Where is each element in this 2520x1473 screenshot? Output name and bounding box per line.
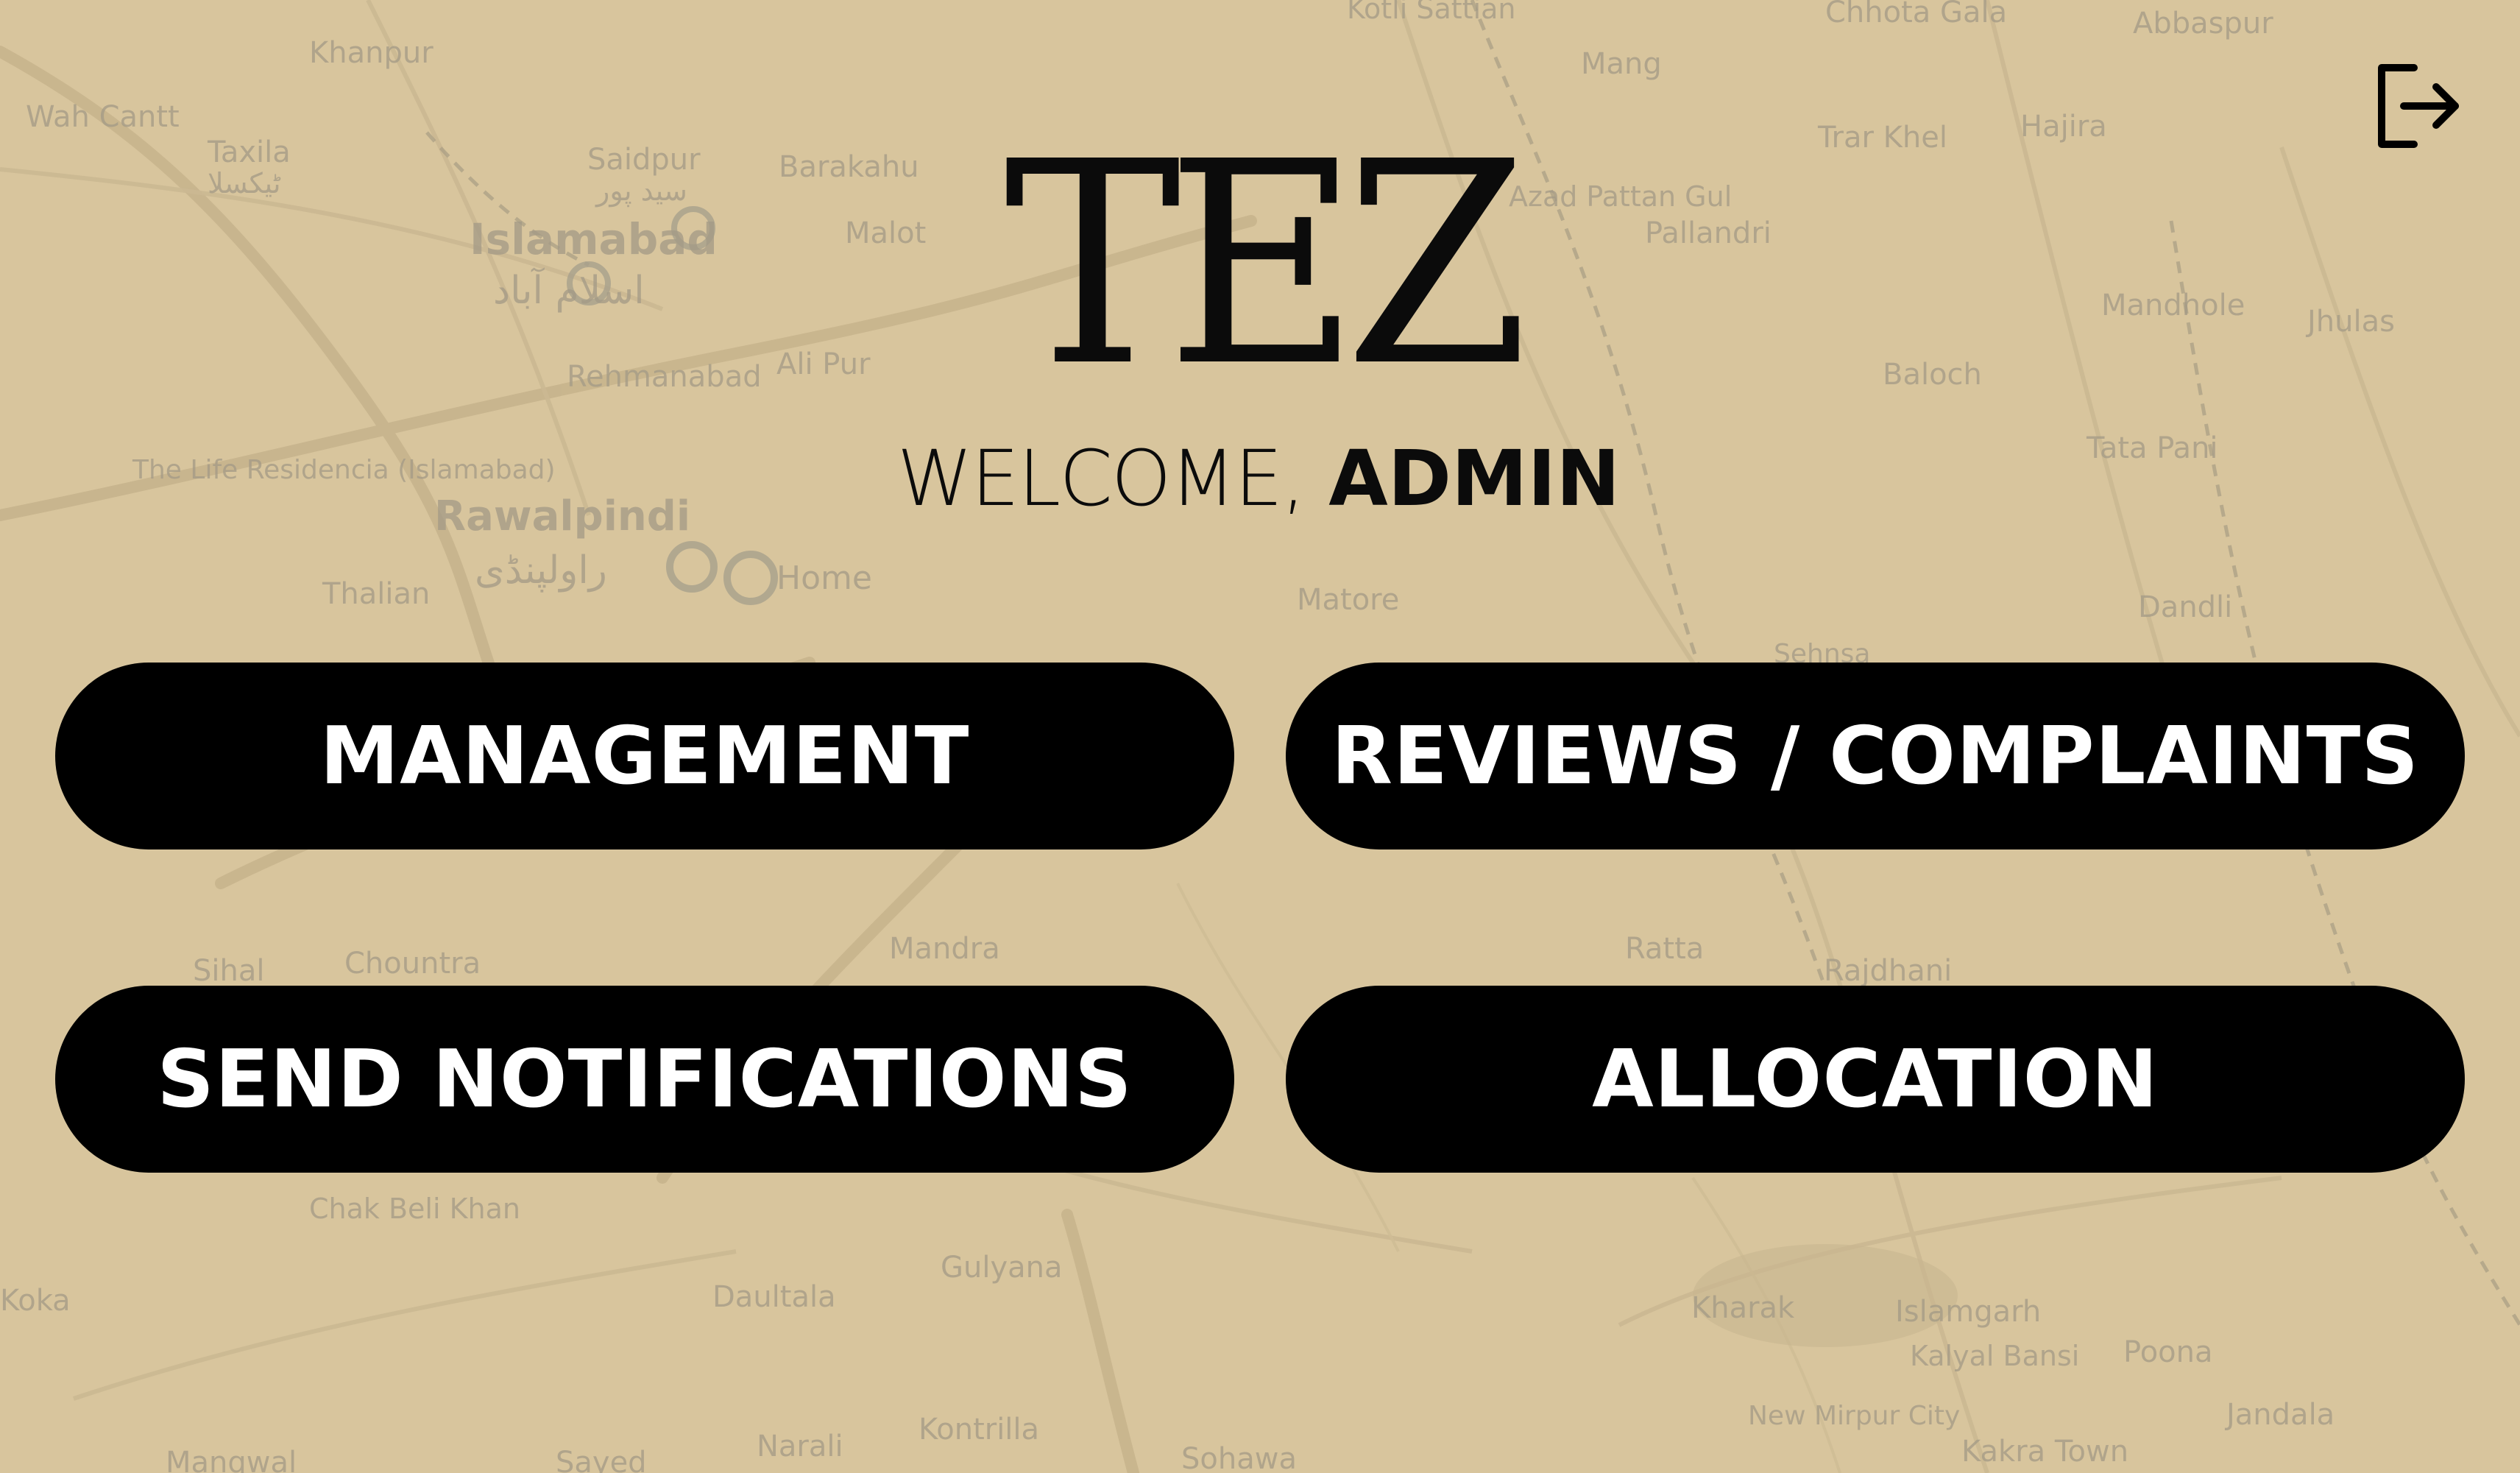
logo-text: TEZ	[1003, 102, 1529, 428]
map-label: Daultala	[712, 1280, 836, 1314]
map-label: سید پور	[595, 174, 687, 208]
map-label: Khanpur	[309, 36, 433, 70]
map-label: Malot	[845, 216, 926, 250]
map-label: Sohawa	[1181, 1442, 1297, 1473]
map-label: Narali	[757, 1430, 843, 1463]
map-label: Chountra	[344, 947, 481, 981]
map-label: Home	[776, 559, 872, 597]
map-label: Mang	[1581, 47, 1662, 81]
welcome-heading: WELCOME, ADMIN	[795, 431, 1722, 526]
map-label: Kontrilla	[919, 1413, 1039, 1446]
logout-icon	[2378, 64, 2459, 148]
map-label: Matore	[1297, 583, 1399, 617]
reviews-complaints-button[interactable]: REVIEWS / COMPLAINTS	[1286, 663, 2465, 849]
map-label: Rehmanabad	[567, 360, 762, 394]
map-label: Sayed	[556, 1446, 647, 1473]
map-label: Islamgarh	[1895, 1295, 2041, 1329]
send-notifications-button[interactable]: SEND NOTIFICATIONS	[55, 986, 1234, 1173]
map-label: Manqwal	[166, 1446, 297, 1473]
map-label: Ratta	[1625, 932, 1704, 966]
map-label: Chhota Gala	[1825, 0, 2007, 29]
map-label: Kakra Town	[1961, 1435, 2128, 1469]
map-label: Jandala	[2224, 1398, 2335, 1432]
map-label: Sihal	[193, 954, 264, 988]
map-label: Kharak	[1691, 1291, 1795, 1325]
map-label: Dandli	[2138, 590, 2232, 624]
map-label: Wah Cantt	[26, 100, 180, 134]
map-label: Baloch	[1883, 358, 1982, 392]
map-label: Saidpur	[587, 143, 701, 177]
welcome-name: ADMIN	[1328, 434, 1621, 523]
map-label: Jhulas	[2305, 305, 2395, 339]
allocation-button[interactable]: ALLOCATION	[1286, 986, 2465, 1173]
map-label: Rajdhani	[1824, 954, 1952, 988]
reviews-complaints-button-label: REVIEWS / COMPLAINTS	[1331, 710, 2420, 802]
map-label: Taxila	[207, 135, 291, 169]
map-label: Thalian	[322, 577, 430, 611]
map-label: The Life Residencia (Islamabad)	[132, 455, 556, 485]
welcome-prefix: WELCOME,	[896, 434, 1306, 523]
map-label: Tata Pani	[2086, 431, 2218, 465]
map-label: New Mirpur City	[1748, 1401, 1960, 1431]
map-label: Trar Khel	[1817, 121, 1947, 155]
app-logo: TEZ	[1004, 125, 1529, 405]
map-label: Azad Pattan Gul	[1509, 180, 1732, 213]
map-label: Kotli Sattian	[1347, 0, 1516, 25]
map-label: Koka	[0, 1284, 71, 1318]
map-label: Pallandri	[1645, 216, 1772, 250]
map-label: ٹیکسلا	[208, 167, 281, 199]
map-label: Gulyana	[941, 1251, 1063, 1285]
map-label: Chak Beli Khan	[309, 1193, 520, 1225]
map-label: Rawalpindi	[434, 492, 690, 540]
map-label: Mandra	[889, 932, 1000, 966]
allocation-button-label: ALLOCATION	[1592, 1033, 2159, 1126]
map-label: Mandhole	[2101, 289, 2245, 322]
map-label: Ali Pur	[776, 347, 871, 381]
map-label: Hajira	[2020, 110, 2107, 144]
management-button-label: MANAGEMENT	[319, 710, 970, 802]
send-notifications-button-label: SEND NOTIFICATIONS	[157, 1033, 1133, 1126]
map-label: Barakahu	[779, 150, 919, 184]
logout-button[interactable]	[2371, 60, 2463, 152]
map-label: Kalyal Bansi	[1910, 1340, 2079, 1372]
management-button[interactable]: MANAGEMENT	[55, 663, 1234, 849]
map-label: Islamabad	[470, 214, 718, 264]
map-label: Poona	[2123, 1335, 2213, 1369]
map-label: راولپنڈی	[475, 548, 607, 593]
map-label: Abbaspur	[2133, 7, 2273, 40]
map-label: اسلام آباد	[493, 266, 645, 313]
